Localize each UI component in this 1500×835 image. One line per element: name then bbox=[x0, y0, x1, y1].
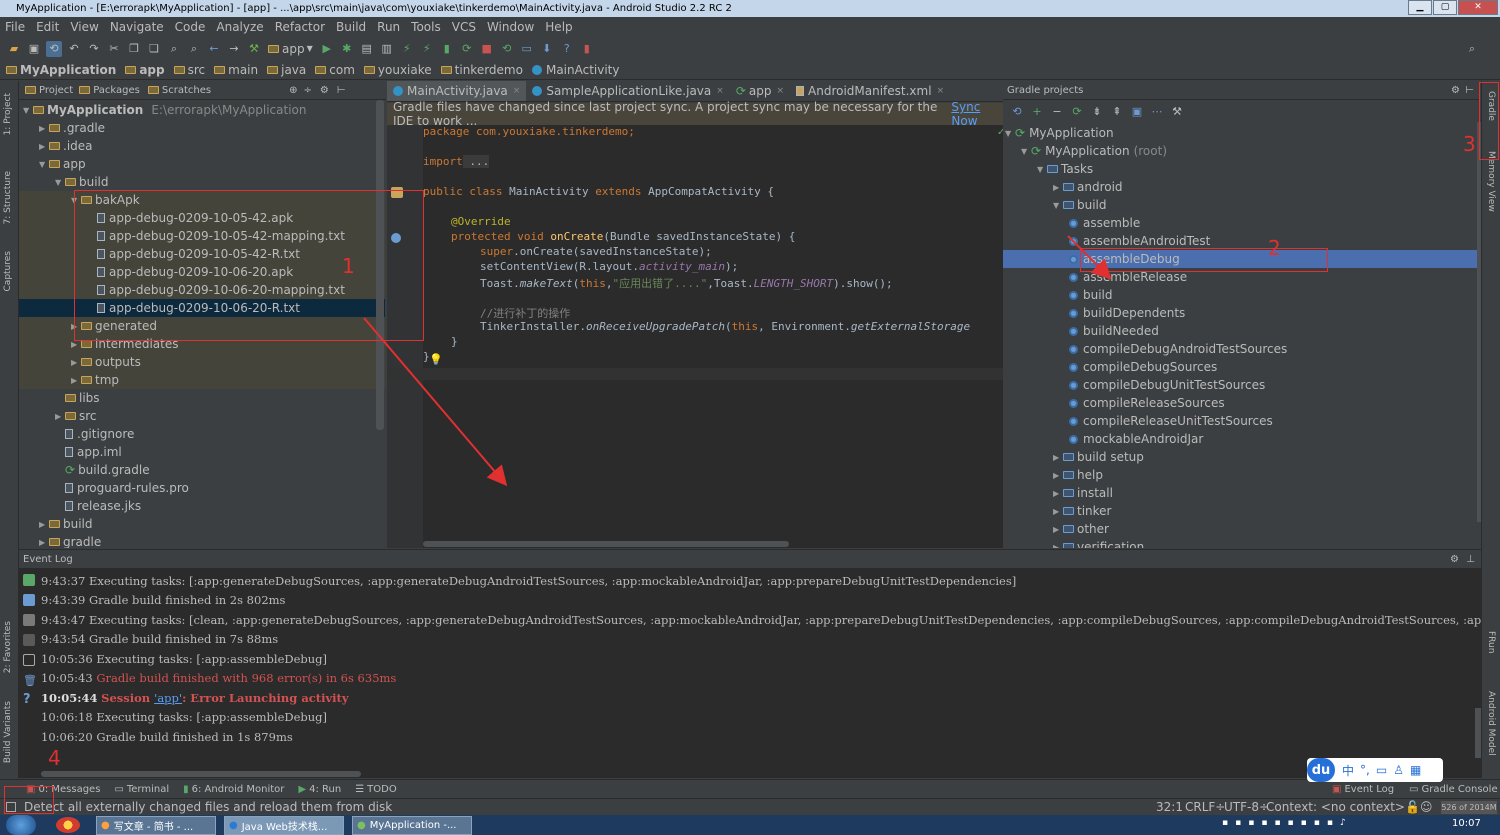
annotation-arrows bbox=[363, 235, 1112, 487]
annotation-arrow-1 bbox=[363, 317, 508, 487]
annotation-arrow-2 bbox=[1067, 235, 1112, 280]
